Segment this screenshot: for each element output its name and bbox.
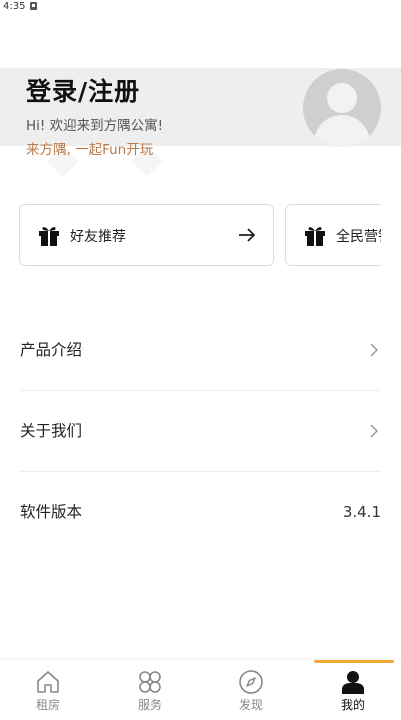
welcome-text: Hi! 欢迎来到方隅公寓! <box>26 118 164 134</box>
tab-mine-label: 我的 <box>340 698 365 712</box>
tab-rent[interactable]: 租房 <box>0 660 98 720</box>
tab-discover-label: 发现 <box>238 698 263 712</box>
chevron-right-icon <box>370 424 378 438</box>
friend-referral-label: 好友推荐 <box>70 229 126 245</box>
tab-rent-label: 租房 <box>35 698 60 712</box>
bottom-tab-bar: 租房 服务 发现 我的 <box>0 660 401 720</box>
tab-discover[interactable]: 发现 <box>201 660 301 720</box>
gift-icon <box>305 227 325 246</box>
menu-about-us-label: 关于我们 <box>20 422 83 440</box>
grid-icon <box>139 671 161 693</box>
all-marketing-card[interactable]: 全民营销 <box>285 204 381 266</box>
menu-product-intro[interactable]: 产品介绍 <box>20 310 381 390</box>
slogan-text: 来方隅, 一起Fun开玩 <box>26 142 154 158</box>
promo-cards-scroller[interactable]: 好友推荐 全民营销 <box>0 190 381 280</box>
gift-icon <box>39 227 59 246</box>
home-icon <box>37 671 59 693</box>
arrow-right-icon <box>239 228 256 242</box>
chevron-right-icon <box>370 343 378 357</box>
all-marketing-label: 全民营销 <box>336 229 381 245</box>
user-icon <box>342 671 364 694</box>
friend-referral-card[interactable]: 好友推荐 <box>19 204 274 266</box>
login-register-link[interactable]: 登录/注册 <box>26 72 140 108</box>
notification-icon <box>30 2 37 10</box>
status-bar: 4:35 <box>0 0 401 14</box>
status-time: 4:35 <box>3 1 26 12</box>
user-avatar-icon[interactable] <box>303 69 381 147</box>
active-tab-indicator <box>314 660 394 663</box>
compass-icon <box>239 670 263 694</box>
menu-product-intro-label: 产品介绍 <box>20 341 83 359</box>
tab-service[interactable]: 服务 <box>100 660 200 720</box>
avatar-head <box>327 83 357 113</box>
version-value: 3.4.1 <box>342 503 381 521</box>
menu-software-version-label: 软件版本 <box>20 503 83 521</box>
tab-mine[interactable]: 我的 <box>303 660 401 720</box>
menu-software-version: 软件版本 3.4.1 <box>20 472 381 552</box>
menu-about-us[interactable]: 关于我们 <box>20 391 381 471</box>
tab-service-label: 服务 <box>137 698 162 712</box>
avatar-body <box>314 115 370 147</box>
